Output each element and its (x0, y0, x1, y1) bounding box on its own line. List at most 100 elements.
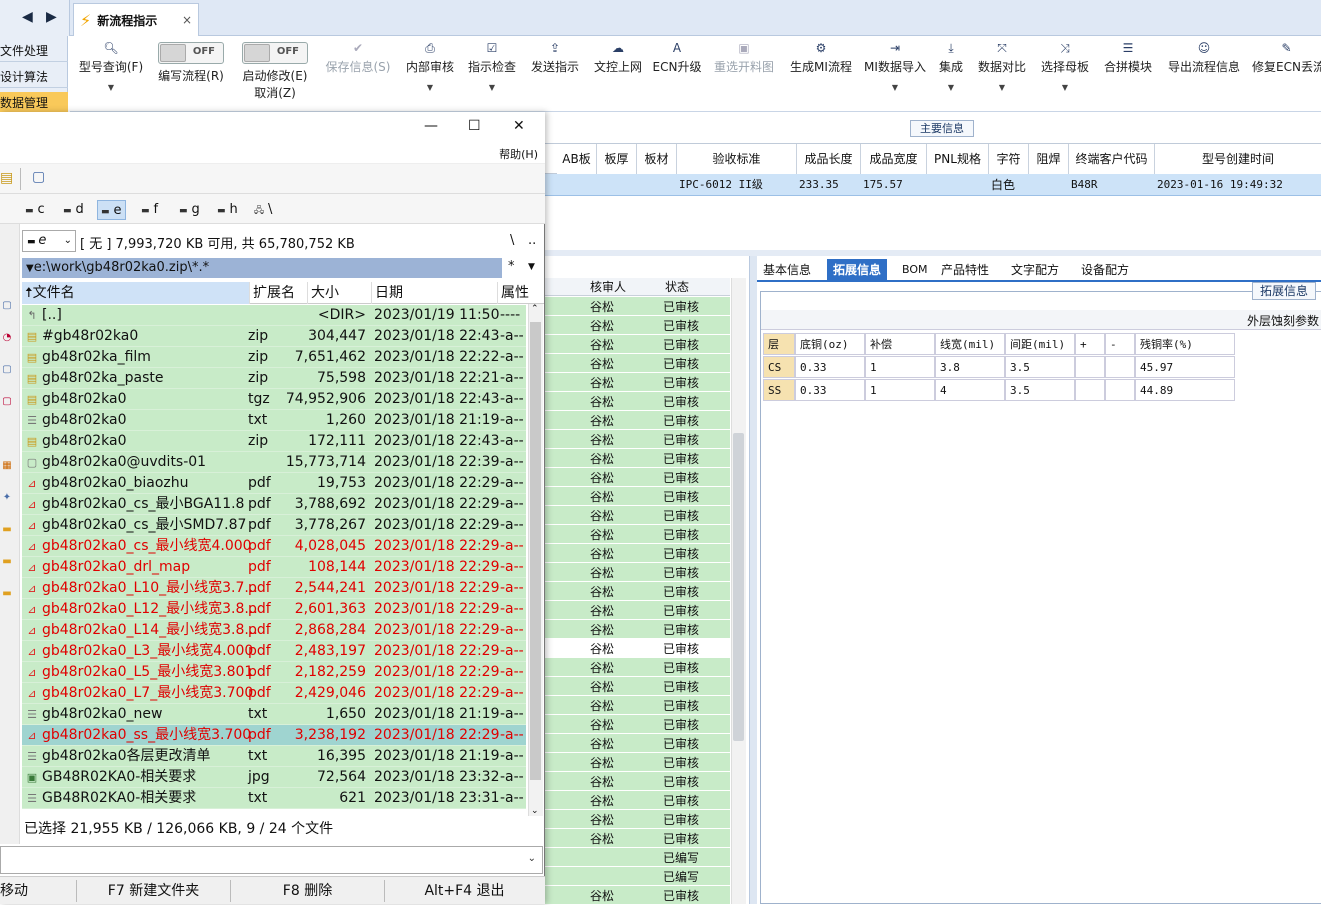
review-scroll-thumb[interactable] (733, 433, 744, 741)
history-dropdown-icon[interactable]: ▼ (528, 262, 535, 272)
review-row[interactable]: 谷松 已审核 (545, 715, 730, 734)
chevron-down-icon[interactable]: ⌄ (528, 853, 536, 864)
folder-icon[interactable]: ▬ (1, 524, 13, 536)
review-row[interactable]: 谷松 已审核 (545, 354, 730, 373)
col-date[interactable]: 日期 (372, 282, 498, 304)
review-row[interactable]: 谷松 已审核 (545, 297, 730, 316)
write-flow-toggle[interactable]: OFF (158, 42, 224, 64)
close-icon[interactable]: ✕ (513, 118, 525, 134)
review-row[interactable]: 已编写 (545, 848, 730, 867)
drive-network[interactable]: 🖧︎ \ (251, 200, 275, 220)
instruction-check-button[interactable]: ☑ 指示检查 ▼ (466, 36, 518, 112)
copy-icon[interactable]: ▢ (1, 300, 13, 312)
review-row[interactable]: 谷松 已审核 (545, 449, 730, 468)
write-flow-button[interactable]: OFF 编写流程(R) (154, 36, 228, 112)
export-flow-button[interactable]: ☺ 导出流程信息 (1164, 36, 1244, 112)
file-row[interactable]: ⊿ gb48r02ka0_drl_map pdf 108,144 2023/01/18 … (22, 557, 526, 578)
file-row[interactable]: ▤ gb48r02ka0 tgz 74,952,906 2023/01/18 22:43… (22, 389, 526, 410)
file-row[interactable]: ⊿ gb48r02ka0_L5_最小线宽3.801 pdf 2,182,259 2023… (22, 662, 526, 683)
enable-modify-toggle[interactable]: OFF (242, 42, 308, 64)
col-solder[interactable]: 阻焊 (1029, 144, 1069, 174)
cancel-button[interactable]: 取消(Z) (238, 84, 312, 101)
nav-data-manage[interactable]: 数据管理 (0, 92, 68, 114)
delete-icon[interactable]: ▢ (1, 396, 13, 408)
col-attr[interactable]: 属性 (498, 282, 544, 304)
ext-cell[interactable] (1105, 356, 1135, 378)
review-row[interactable]: 谷松 已审核 (545, 544, 730, 563)
ext-cell[interactable]: 4 (935, 379, 1005, 401)
fix-ecn-button[interactable]: ✎ 修复ECN丢流 (1252, 36, 1321, 112)
ext-cell[interactable]: 1 (865, 379, 935, 401)
review-row[interactable]: 谷松 已审核 (545, 810, 730, 829)
file-scroll-thumb[interactable] (530, 322, 541, 780)
new-folder-button[interactable]: F7 新建文件夹 (76, 880, 230, 902)
file-row[interactable]: ⊿ gb48r02ka0_cs_最小BGA11.8 pdf 3,788,692 2023… (22, 494, 526, 515)
review-row[interactable]: 谷松 已审核 (545, 677, 730, 696)
col-ext[interactable]: 扩展名 (250, 282, 308, 304)
review-row[interactable]: 谷松 已审核 (545, 392, 730, 411)
tab-equip-recipe[interactable]: 设备配方 (1075, 259, 1135, 281)
review-row[interactable]: 谷松 已审核 (545, 373, 730, 392)
tab-basic-info[interactable]: 基本信息 (757, 259, 817, 281)
notes-icon[interactable]: ▢ (32, 169, 45, 185)
review-row[interactable]: 谷松 已审核 (545, 791, 730, 810)
col-reviewer[interactable]: 核审人 (590, 278, 626, 296)
file-row[interactable]: ⊿ gb48r02ka0_L10_最小线宽3.7... pdf 2,544,241 20… (22, 578, 526, 599)
ext-cell[interactable]: SS (763, 379, 795, 401)
tab-bom[interactable]: BOM (896, 259, 934, 281)
find-icon[interactable]: ◔ (1, 332, 13, 344)
col-thickness[interactable]: 板厚 (597, 144, 637, 174)
col-width[interactable]: 成品宽度 (861, 144, 927, 174)
drive-d[interactable]: ▬ d (60, 200, 87, 220)
col-length[interactable]: 成品长度 (797, 144, 861, 174)
scroll-up-icon[interactable]: ⌃ (531, 304, 539, 314)
folder-icon[interactable]: ▬ (1, 556, 13, 568)
vertical-splitter[interactable] (750, 256, 757, 904)
file-row[interactable]: ☰ GB48R02KA0-相关要求 txt 621 2023/01/18 23:31 -a… (22, 788, 526, 809)
drive-f[interactable]: ▬ f (138, 200, 161, 220)
col-ab-board[interactable]: AB板 (557, 144, 597, 174)
help-menu[interactable]: 帮助(H) (499, 146, 538, 162)
col-filename[interactable]: 🠅文件名 (22, 282, 250, 304)
review-row[interactable]: 谷松 已审核 (545, 620, 730, 639)
mi-import-button[interactable]: ⇥ MI数据导入 ▼ (860, 36, 930, 112)
review-row[interactable]: 谷松 已审核 (545, 582, 730, 601)
move-icon[interactable]: ▢ (1, 364, 13, 376)
nav-design-algo[interactable]: 设计算法 (0, 66, 68, 88)
review-row[interactable]: 谷松 已审核 (545, 468, 730, 487)
review-row[interactable]: 谷松 已审核 (545, 886, 730, 905)
tab-ext-info[interactable]: 拓展信息 (827, 259, 888, 281)
col-char[interactable]: 字符 (989, 144, 1029, 174)
path-bar[interactable]: ▼e:\work\gb48r02ka0.zip\*.* (22, 258, 502, 278)
settings-icon[interactable]: ✦ (1, 492, 13, 504)
file-row[interactable]: ⊿ gb48r02ka0_L12_最小线宽3.8... pdf 2,601,363 20… (22, 599, 526, 620)
exit-button[interactable]: Alt+F4 退出 (384, 880, 544, 902)
file-row[interactable]: ⊿ gb48r02ka0_cs_最小SMD7.87 pdf 3,778,267 2023… (22, 515, 526, 536)
file-row[interactable]: ▤ gb48r02ka_paste zip 75,598 2023/01/18 22:2… (22, 368, 526, 389)
gen-mi-button[interactable]: ⚙ 生成MI流程 (786, 36, 856, 112)
file-row[interactable]: ☰ gb48r02ka0_new txt 1,650 2023/01/18 21:19-… (22, 704, 526, 725)
ext-cell[interactable]: 3.5 (1005, 356, 1075, 378)
review-row[interactable]: 谷松 已审核 (545, 335, 730, 354)
save-info-button[interactable]: ✔ 保存信息(S) (322, 36, 394, 112)
scroll-down-icon[interactable]: ⌄ (531, 806, 539, 816)
review-row[interactable]: 谷松 已审核 (545, 601, 730, 620)
review-row[interactable]: 谷松 已审核 (545, 316, 730, 335)
drive-h[interactable]: ▬ h (214, 200, 241, 220)
back-icon[interactable]: ◀ (22, 9, 33, 25)
review-row[interactable]: 谷松 已审核 (545, 658, 730, 677)
file-row[interactable]: ☰ gb48r02ka0各层更改清单 txt 16,395 2023/01/18 21:… (22, 746, 526, 767)
maximize-icon[interactable]: ☐ (468, 118, 481, 134)
file-row[interactable]: ▤ #gb48r02ka0 zip 304,447 2023/01/18 22:43 -a… (22, 326, 526, 347)
archive-icon[interactable]: ▦ (1, 460, 13, 472)
review-row[interactable]: 谷松 已审核 (545, 639, 730, 658)
forward-icon[interactable]: ▶ (46, 9, 57, 25)
reselect-cut-button[interactable]: ▣ 重选开料图 (712, 36, 776, 112)
col-size[interactable]: 大小 (308, 282, 372, 304)
col-pnl[interactable]: PNL规格 (927, 144, 989, 174)
command-line[interactable]: ⌄ (0, 846, 543, 874)
drive-select[interactable]: ▬ e ⌄ (22, 230, 76, 252)
file-row[interactable]: ▤ gb48r02ka0 zip 172,111 2023/01/18 22:43 -a-… (22, 431, 526, 452)
upload-button[interactable]: ☁ 文控上网 (592, 36, 644, 112)
close-icon[interactable]: × (182, 13, 192, 27)
